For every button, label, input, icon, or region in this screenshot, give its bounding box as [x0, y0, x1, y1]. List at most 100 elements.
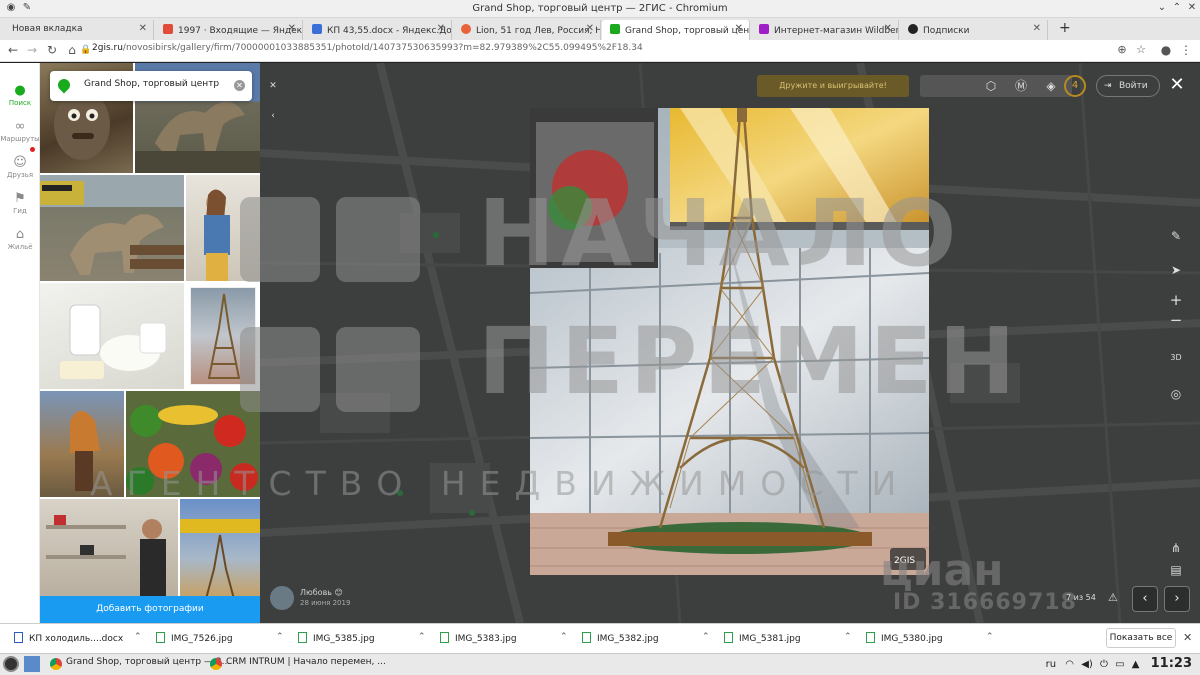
compass-icon[interactable]: ◎ — [1165, 383, 1187, 405]
next-photo-button[interactable]: › — [1164, 586, 1190, 612]
taskbar-app-2gis[interactable]: Grand Shop, торговый центр — 2... — [50, 657, 230, 674]
locate-icon[interactable]: ➤ — [1165, 259, 1187, 281]
bookmark-star-icon[interactable]: ☆ — [1133, 43, 1149, 56]
download-menu-chevron-icon[interactable]: ⌃ — [418, 632, 426, 642]
tab-close-icon[interactable]: ✕ — [884, 23, 892, 34]
show-all-downloads-button[interactable]: Показать все — [1106, 628, 1176, 648]
avatar[interactable] — [270, 586, 294, 610]
nav-housing[interactable]: ⌂ Жильё — [0, 227, 40, 251]
taskbar-app-label: Grand Shop, торговый центр — 2... — [66, 657, 231, 667]
zoom-icon[interactable]: ⊕ — [1114, 43, 1130, 56]
minimize-icon[interactable]: ⌄ — [1155, 2, 1169, 13]
power-icon[interactable]: ⏻ — [1100, 659, 1108, 670]
download-item[interactable]: IMG_5380.jpg ⌃ — [866, 632, 994, 644]
ruler-icon[interactable]: ✎ — [1165, 225, 1187, 247]
clock[interactable]: 11:23 — [1151, 656, 1192, 671]
print-icon[interactable]: ▤ — [1165, 559, 1187, 581]
photo-author[interactable]: Любовь 😊 28 июня 2019 — [270, 586, 420, 616]
profile-icon[interactable]: ● — [1158, 43, 1174, 57]
tab-docs[interactable]: КП 43,55.docx - Яндекс.Доку ✕ — [304, 20, 452, 40]
url-input[interactable]: 2gis.ru/novosibirsk/gallery/firm/7000000… — [92, 43, 643, 53]
download-menu-chevron-icon[interactable]: ⌃ — [844, 632, 852, 642]
maximize-icon[interactable]: ⌃ — [1170, 2, 1184, 13]
tab-close-icon[interactable]: ✕ — [1033, 23, 1041, 34]
nav-search[interactable]: ● Поиск — [0, 83, 40, 107]
image-file-icon — [156, 632, 165, 643]
report-warning-icon[interactable]: ⚠ — [1108, 591, 1118, 604]
zoom-in-icon[interactable]: + — [1165, 289, 1187, 311]
chromium-icon — [50, 658, 62, 670]
zoom-out-icon[interactable]: − — [1165, 309, 1187, 331]
tab-close-icon[interactable]: ✕ — [586, 23, 594, 34]
nav-friends[interactable]: ☺ Друзья — [0, 155, 40, 179]
nav-guide[interactable]: ⚑ Гид — [0, 191, 40, 215]
tab-close-icon[interactable]: ✕ — [437, 23, 445, 34]
map-collapse-icon[interactable]: ✕ — [262, 75, 284, 97]
add-photos-button[interactable]: Добавить фотографии — [40, 596, 260, 623]
new-tab-button[interactable]: + — [1052, 20, 1078, 40]
reload-icon[interactable]: ↻ — [44, 43, 60, 57]
traffic-icon[interactable]: ⬡ — [980, 75, 1002, 97]
download-item[interactable]: КП холодиль....docx ⌃ — [14, 632, 142, 644]
nav-routes[interactable]: ∞ Маршруты — [0, 119, 40, 143]
tab-subscriptions[interactable]: Подписки ✕ — [900, 20, 1048, 40]
download-name: КП холодиль....docx — [29, 634, 124, 644]
map-promo-banner[interactable]: Дружите и выигрывайте! — [757, 75, 909, 97]
tab-label: КП 43,55.docx - Яндекс.Доку — [327, 26, 452, 36]
share-icon[interactable]: ⋔ — [1165, 537, 1187, 559]
download-menu-chevron-icon[interactable]: ⌃ — [702, 632, 710, 642]
image-file-icon — [440, 632, 449, 643]
nav-label: Поиск — [8, 99, 32, 107]
clear-search-icon[interactable]: ✕ — [234, 80, 245, 91]
download-menu-chevron-icon[interactable]: ⌃ — [134, 632, 142, 642]
download-item[interactable]: IMG_7526.jpg ⌃ — [156, 632, 284, 644]
download-menu-chevron-icon[interactable]: ⌃ — [986, 632, 994, 642]
map-back-icon[interactable]: ‹ — [262, 105, 284, 127]
layers-icon[interactable]: ◈ — [1040, 75, 1062, 97]
download-item[interactable]: IMG_5382.jpg ⌃ — [582, 632, 710, 644]
nav-label: Друзья — [6, 171, 34, 179]
login-button[interactable]: ⇥ Войти — [1096, 75, 1160, 97]
close-viewer-button[interactable]: ✕ — [1167, 75, 1187, 95]
notifications-icon[interactable]: ▲ — [1132, 659, 1140, 670]
prev-photo-button[interactable]: ‹ — [1132, 586, 1158, 612]
desktop-pager-icon[interactable] — [24, 656, 40, 672]
download-item[interactable]: IMG_5381.jpg ⌃ — [724, 632, 852, 644]
taskbar-app-crm[interactable]: CRM INTRUM | Начало перемен, ... — [210, 657, 386, 674]
image-file-icon — [582, 632, 591, 643]
image-file-icon — [866, 632, 875, 643]
tab-wildberries[interactable]: Интернет-магазин Wildberri ✕ — [751, 20, 899, 40]
back-icon[interactable]: ← — [5, 43, 21, 57]
close-downloads-icon[interactable]: ✕ — [1183, 631, 1192, 644]
browser-menu-icon[interactable]: ⋮ — [1178, 43, 1194, 57]
tab-close-icon[interactable]: ✕ — [139, 23, 147, 34]
tab-lion[interactable]: Lion, 51 год Лев, Россия, Ног ✕ — [453, 20, 601, 40]
download-item[interactable]: IMG_5383.jpg ⌃ — [440, 632, 568, 644]
tab-close-icon[interactable]: ✕ — [735, 23, 743, 34]
photo-gallery — [40, 63, 260, 623]
keyboard-layout[interactable]: ru — [1046, 659, 1056, 670]
download-item[interactable]: IMG_5385.jpg ⌃ — [298, 632, 426, 644]
tab-new[interactable]: Новая вкладка ✕ — [4, 20, 154, 40]
download-menu-chevron-icon[interactable]: ⌃ — [276, 632, 284, 642]
download-name: IMG_5380.jpg — [881, 634, 943, 644]
gallery-thumb-9[interactable] — [40, 499, 178, 599]
tab-mail[interactable]: 1997 · Входящие — Яндекс.П ✕ — [155, 20, 303, 40]
map-notification-badge[interactable]: 4 — [1064, 75, 1086, 97]
battery-icon[interactable]: ▭ — [1115, 659, 1124, 670]
start-menu-icon[interactable] — [3, 656, 19, 672]
download-menu-chevron-icon[interactable]: ⌃ — [560, 632, 568, 642]
volume-icon[interactable]: ◀) — [1081, 659, 1093, 670]
forward-icon[interactable]: → — [24, 43, 40, 57]
gallery-thumb-10[interactable] — [180, 499, 260, 599]
wifi-icon[interactable]: ◠ — [1065, 659, 1074, 670]
gallery-thumb-3[interactable] — [40, 175, 184, 281]
place-search-chip[interactable]: Grand Shop, торговый центр ✕ — [50, 71, 252, 101]
tab-close-icon[interactable]: ✕ — [288, 23, 296, 34]
3d-toggle-icon[interactable]: 3D — [1165, 347, 1187, 369]
tab-2gis-active[interactable]: Grand Shop, торговый центр ✕ — [602, 20, 750, 40]
gallery-thumb-5[interactable] — [40, 283, 184, 389]
gallery-thumb-9-art — [46, 515, 166, 599]
close-window-icon[interactable]: ✕ — [1185, 2, 1199, 13]
metro-icon[interactable]: Ⓜ — [1010, 75, 1032, 97]
